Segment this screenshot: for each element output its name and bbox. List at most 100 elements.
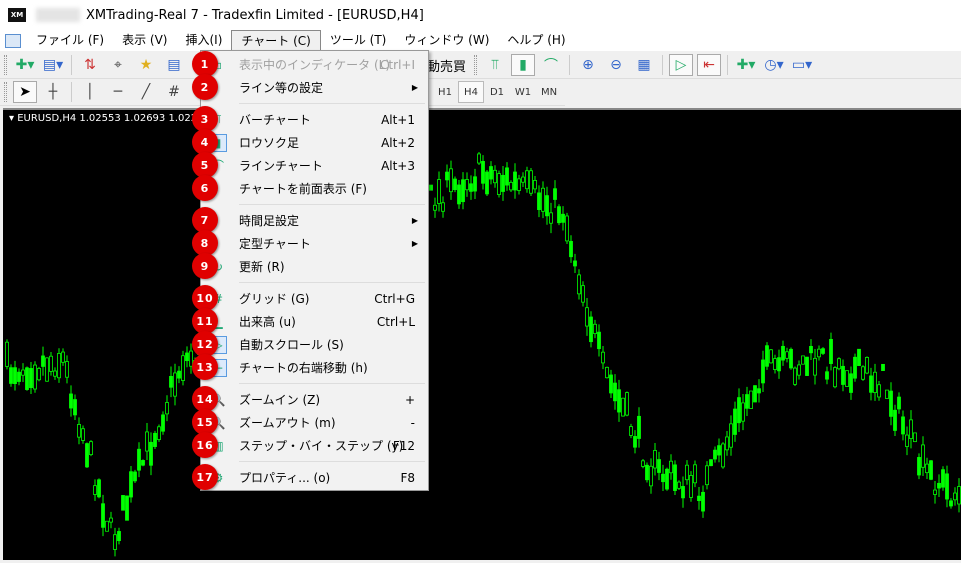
- menu-item-16[interactable]: ▥ ステップ・バイ・ステップ (y) F12: [201, 434, 428, 457]
- toolbar-grip[interactable]: [4, 55, 7, 75]
- candle-body: [97, 479, 101, 498]
- profiles-icon[interactable]: ▤▾: [41, 54, 65, 76]
- channel-icon[interactable]: #: [162, 81, 186, 103]
- menu-item-8[interactable]: 定型チャート ▶: [201, 232, 428, 255]
- vertical-line-icon[interactable]: │: [78, 81, 102, 103]
- bar-chart-icon[interactable]: ⫪: [483, 54, 507, 76]
- menu-separator: [239, 204, 425, 205]
- menu-1[interactable]: 表示 (V): [113, 30, 176, 51]
- candle-body: [109, 517, 113, 523]
- candle-body: [513, 171, 517, 191]
- trendline-icon[interactable]: ╱: [134, 81, 158, 103]
- menu-5[interactable]: ウィンドウ (W): [395, 30, 498, 51]
- indicators-icon[interactable]: ✚▾: [734, 54, 758, 76]
- menu-item-label: グリッド (G): [239, 292, 310, 306]
- menu-item-17[interactable]: ⚙プロパティ... (o)F8: [201, 466, 428, 489]
- menu-item-label: 定型チャート: [239, 237, 311, 251]
- candle-body: [41, 355, 45, 367]
- menu-item-3[interactable]: ⫪ バーチャート Alt+1: [201, 108, 428, 131]
- menu-item-label: 出来高 (u): [239, 315, 296, 329]
- candle-body: [629, 426, 633, 436]
- chart-shift-icon[interactable]: ⇤: [697, 54, 722, 76]
- chart-window[interactable]: ▾ EURUSD,H4 1.02553 1.02693 1.02243 1.: [3, 108, 961, 560]
- candle-body: [721, 443, 725, 468]
- menu-3[interactable]: チャート (C): [231, 30, 321, 51]
- candle-body: [665, 468, 669, 490]
- candle-body: [649, 465, 653, 487]
- menu-item-12[interactable]: ▷自動スクロール (S): [201, 333, 428, 356]
- timeframe-H1[interactable]: H1: [432, 81, 458, 103]
- menu-item-13[interactable]: ⇤ チャートの右端移動 (h): [201, 356, 428, 379]
- cursor-icon[interactable]: ➤: [13, 81, 37, 103]
- candlestick-icon[interactable]: ▮: [511, 54, 536, 76]
- submenu-arrow-icon: ▶: [411, 83, 418, 92]
- candle-body: [929, 460, 933, 480]
- tile-windows-icon[interactable]: ▦: [632, 54, 656, 76]
- candle-body: [725, 436, 729, 451]
- candle-body: [69, 393, 73, 409]
- timeframe-W1[interactable]: W1: [510, 81, 536, 103]
- menu-item-11[interactable]: ▁出来高 (u)Ctrl+L: [201, 310, 428, 333]
- candle-body: [785, 351, 789, 359]
- candle-body: [89, 441, 93, 456]
- candle-body: [777, 357, 781, 372]
- menu-item-6[interactable]: チャートを前面表示 (F): [201, 177, 428, 200]
- menu-item-10[interactable]: # グリッド (G) Ctrl+G: [201, 287, 428, 310]
- candle-body: [841, 365, 845, 385]
- crosshair-icon[interactable]: ┼: [41, 81, 65, 103]
- menu-item-shortcut: +: [404, 392, 415, 407]
- menu-2[interactable]: 挿入(I): [176, 30, 231, 51]
- candle-body: [881, 363, 885, 371]
- candle-body: [901, 416, 905, 435]
- standard-toolbar: ✚▾ ▤▾ ⇅ ⌖ ★ ▤ 自動売買 ⫪ ▮ ⌒ ⊕ ⊖ ▦ ▷ ⇤ ✚▾ ◷▾…: [0, 52, 961, 79]
- menu-item-4[interactable]: ▮ロウソク足Alt+2: [201, 131, 428, 154]
- menu-0[interactable]: ファイル (F): [27, 30, 113, 51]
- horizontal-line-icon[interactable]: ─: [106, 81, 130, 103]
- candle-body: [853, 356, 857, 379]
- menu-item-label: 自動スクロール (S): [239, 338, 344, 352]
- callout-badge: 17: [192, 464, 218, 490]
- menu-item-label: 表示中のインディケータ (L): [239, 58, 391, 72]
- candle-body: [585, 307, 589, 327]
- terminal-icon[interactable]: ▤: [162, 54, 186, 76]
- menu-item-7[interactable]: 時間足設定 ▶: [201, 209, 428, 232]
- menu-item-15[interactable]: 🔍ズームアウト (m)-: [201, 411, 428, 434]
- menu-item-14[interactable]: 🔍ズームイン (Z)+: [201, 388, 428, 411]
- candle-body: [149, 441, 153, 466]
- app-icon[interactable]: [5, 33, 21, 48]
- menu-4[interactable]: ツール (T): [321, 30, 396, 51]
- menu-6[interactable]: ヘルプ (H): [498, 30, 574, 51]
- timeframe-H4[interactable]: H4: [458, 81, 484, 103]
- menu-item-2[interactable]: ライン等の設定 ▶: [201, 76, 428, 99]
- menu-item-1[interactable]: ▫表示中のインディケータ (L)Ctrl+I: [201, 53, 428, 76]
- zoom-out-icon[interactable]: ⊖: [604, 54, 628, 76]
- timeframe-MN[interactable]: MN: [536, 81, 562, 103]
- candle-body: [489, 166, 493, 180]
- candle-body: [165, 402, 169, 415]
- menu-item-shortcut: Ctrl+L: [376, 314, 415, 329]
- candle-body: [697, 495, 701, 502]
- candle-body: [937, 482, 941, 489]
- candle-body: [485, 171, 489, 195]
- candle-body: [589, 316, 593, 343]
- timeframe-D1[interactable]: D1: [484, 81, 510, 103]
- new-chart-icon[interactable]: ✚▾: [13, 54, 37, 76]
- auto-scroll-icon[interactable]: ▷: [669, 54, 694, 76]
- menu-item-9[interactable]: ↻ 更新 (R): [201, 255, 428, 278]
- callout-badge: 6: [192, 175, 218, 201]
- zoom-in-icon[interactable]: ⊕: [576, 54, 600, 76]
- candle-body: [805, 356, 809, 376]
- line-chart-icon[interactable]: ⌒: [539, 54, 563, 76]
- candle-body: [685, 464, 689, 481]
- candle-body: [537, 192, 541, 210]
- candle-body: [621, 397, 625, 417]
- candle-body: [177, 370, 181, 379]
- market-watch-icon[interactable]: ⇅: [78, 54, 102, 76]
- data-window-icon[interactable]: ⌖: [106, 54, 130, 76]
- menu-item-shortcut: Alt+3: [381, 158, 415, 173]
- templates-icon[interactable]: ▭▾: [790, 54, 814, 76]
- navigator-icon[interactable]: ★: [134, 54, 158, 76]
- periods-icon[interactable]: ◷▾: [762, 54, 786, 76]
- menu-item-label: ロウソク足: [239, 136, 300, 150]
- menu-item-5[interactable]: ⌒ ラインチャート Alt+3: [201, 154, 428, 177]
